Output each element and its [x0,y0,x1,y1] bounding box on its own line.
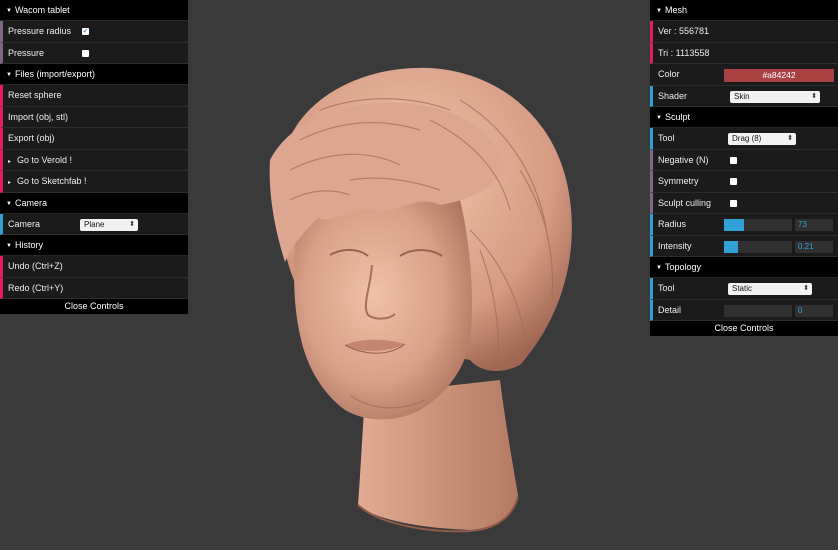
export-button[interactable]: Export (obj) [0,128,188,150]
radius-slider[interactable] [724,219,792,231]
symmetry-row: Symmetry [650,171,838,193]
intensity-row: Intensity 0.21 [650,235,838,257]
sculpt-tool-value: Drag (8) [732,134,762,143]
pressure-radius-label: Pressure radius [8,26,72,36]
color-label: Color [658,69,680,79]
pressure-radius-checkbox[interactable]: ✓ [82,28,89,35]
folder-title-label: Topology [665,262,702,272]
go-to-verold-label: Go to Verold ! [17,154,73,165]
detail-row: Detail 0 [650,299,838,321]
topology-tool-value: Static [732,284,753,293]
collapse-triangle-icon: ▼ [6,243,12,249]
sculpt-culling-row: Sculpt culling [650,192,838,214]
color-row: Color #a84242 [650,64,838,86]
collapse-triangle-icon: ▼ [656,8,662,14]
negative-checkbox[interactable] [730,156,737,164]
intensity-label: Intensity [658,240,692,251]
negative-row: Negative (N) [650,149,838,171]
folder-title-label: Wacom tablet [15,5,70,15]
triangle-count-row: Tri : 1113558 [650,42,838,64]
folder-title-label: Mesh [665,5,688,15]
topology-tool-label: Tool [658,283,675,293]
camera-select[interactable]: Plane ⬍ [80,218,138,231]
triangle-count-text: Tri : 1113558 [658,47,710,58]
sculpt-tool-row: Tool Drag (8) ⬍ [650,128,838,150]
topology-tool-row: Tool Static ⬍ [650,278,838,300]
intensity-value-input[interactable]: 0.21 [795,240,833,253]
color-picker[interactable]: #a84242 [724,69,834,82]
close-controls-button[interactable]: Close Controls [650,321,838,336]
sculpt-culling-label: Sculpt culling [658,197,712,208]
negative-label: Negative (N) [658,154,709,165]
pressure-radius-row: Pressure radius ✓ [0,21,188,43]
redo-label: Redo (Ctrl+Y) [8,282,64,293]
export-label: Export (obj) [8,133,55,143]
go-to-verold-button[interactable]: ▸ Go to Verold ! [0,149,188,171]
folder-files[interactable]: ▼ Files (import/export) [0,64,188,85]
pressure-checkbox[interactable] [82,49,89,57]
reset-sphere-button[interactable]: Reset sphere [0,85,188,107]
collapse-triangle-icon: ▸ [8,180,12,186]
collapse-triangle-icon: ▼ [6,72,12,78]
go-to-sketchfab-button[interactable]: ▸ Go to Sketchfab ! [0,171,188,193]
vertex-count-row: Ver : 556781 [650,21,838,43]
folder-wacom-tablet[interactable]: ▼ Wacom tablet [0,0,188,21]
collapse-triangle-icon: ▸ [8,158,12,165]
shader-select[interactable]: Skin ⬍ [730,90,820,103]
sculpted-head-model[interactable] [269,67,572,533]
detail-value-input[interactable]: 0 [795,304,833,317]
close-controls-button[interactable]: Close Controls [0,299,188,314]
folder-title-label: History [15,240,44,250]
collapse-triangle-icon: ▼ [6,8,12,14]
topology-tool-select[interactable]: Static ⬍ [728,283,812,295]
intensity-slider[interactable] [724,240,792,253]
sculpt-culling-checkbox[interactable] [730,199,737,207]
radius-row: Radius 73 [650,214,838,236]
folder-mesh[interactable]: ▼ Mesh [650,0,838,21]
chevron-updown-icon: ⬍ [129,220,135,228]
vertex-count-text: Ver : 556781 [658,26,710,36]
folder-topology[interactable]: ▼ Topology [650,257,838,278]
collapse-triangle-icon: ▼ [656,265,662,271]
symmetry-checkbox[interactable] [730,178,737,185]
import-label: Import (obj, stl) [8,111,69,122]
shader-select-value: Skin [734,91,750,101]
shader-row: Shader Skin ⬍ [650,85,838,107]
folder-title-label: Sculpt [665,112,691,122]
chevron-updown-icon: ⬍ [803,285,809,292]
camera-select-value: Plane [84,219,105,229]
detail-slider[interactable] [724,304,792,317]
left-controls-panel: ▼ Wacom tablet Pressure radius ✓ Pressure… [0,0,188,314]
radius-value-input[interactable]: 73 [795,219,833,231]
undo-button[interactable]: Undo (Ctrl+Z) [0,256,188,278]
shader-label: Shader [658,90,688,101]
chevron-updown-icon: ⬍ [811,92,817,100]
sculpt-tool-label: Tool [658,133,675,143]
undo-label: Undo (Ctrl+Z) [8,261,63,271]
folder-sculpt[interactable]: ▼ Sculpt [650,107,838,128]
import-button[interactable]: Import (obj, stl) [0,106,188,128]
radius-label: Radius [658,219,687,229]
sculpt-tool-select[interactable]: Drag (8) ⬍ [728,133,796,145]
folder-history[interactable]: ▼ History [0,235,188,256]
folder-camera[interactable]: ▼ Camera [0,192,188,214]
chevron-updown-icon: ⬍ [787,135,793,142]
folder-title-label: Files (import/export) [15,69,96,79]
symmetry-label: Symmetry [658,176,699,186]
folder-title-label: Camera [15,197,48,208]
right-controls-panel: ▼ Mesh Ver : 556781 Tri : 1113558 Color #… [650,0,838,336]
intensity-slider-fill [724,240,739,253]
go-to-sketchfab-label: Go to Sketchfab ! [17,176,87,186]
radius-slider-fill [724,219,744,231]
pressure-label: Pressure [8,47,45,58]
redo-button[interactable]: Redo (Ctrl+Y) [0,277,188,299]
camera-label: Camera [8,218,41,229]
detail-label: Detail [658,304,682,315]
pressure-row: Pressure [0,42,188,64]
camera-row: Camera Plane ⬍ [0,213,188,235]
collapse-triangle-icon: ▼ [6,200,12,207]
collapse-triangle-icon: ▼ [656,115,662,121]
reset-sphere-label: Reset sphere [8,90,62,100]
